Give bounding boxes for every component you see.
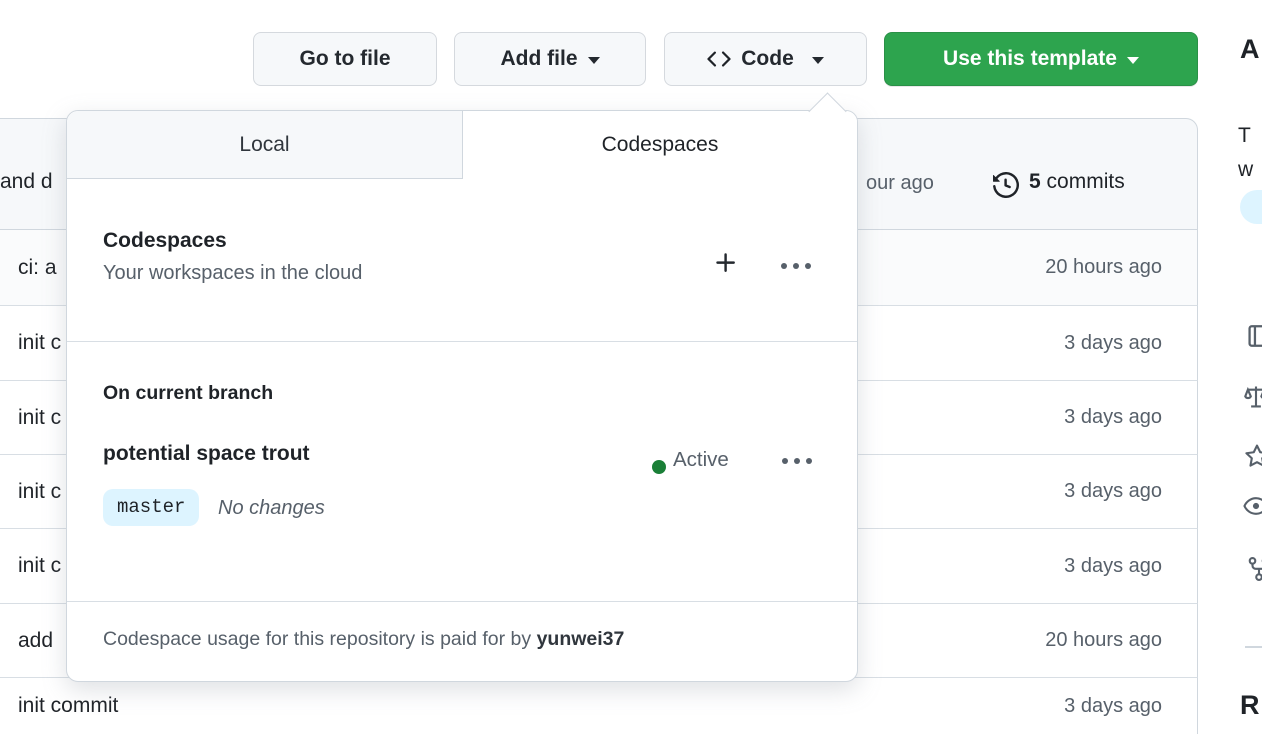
eye-icon[interactable]	[1243, 493, 1262, 524]
file-row-time: 20 hours ago	[1045, 256, 1162, 278]
readme-book-icon[interactable]	[1246, 323, 1262, 354]
tab-local-label: Local	[239, 132, 290, 156]
chevron-down-icon	[811, 57, 824, 64]
repo-description-line2: w	[1238, 158, 1254, 181]
sidebar-divider	[1245, 646, 1262, 648]
codespaces-title: Codespaces	[103, 229, 227, 252]
use-this-template-button[interactable]: Use this template	[884, 32, 1198, 86]
file-row-time: 3 days ago	[1064, 694, 1162, 717]
chevron-down-icon	[587, 57, 600, 64]
code-icon	[707, 47, 731, 71]
go-to-file-button[interactable]: Go to file	[253, 32, 437, 86]
file-row-message[interactable]: init c	[18, 480, 61, 504]
code-dropdown: Local Codespaces Codespaces Your workspa…	[66, 110, 858, 682]
go-to-file-label: Go to file	[299, 47, 391, 70]
file-row-message[interactable]: ci: a	[18, 256, 57, 280]
fork-icon[interactable]	[1246, 556, 1262, 587]
file-row-message[interactable]: init c	[18, 554, 61, 578]
releases-heading: R	[1240, 690, 1260, 720]
footer-text: Codespace usage for this repository is p…	[103, 628, 537, 650]
commits-count: 5	[1029, 170, 1041, 193]
code-label: Code	[741, 47, 794, 70]
no-changes-label: No changes	[218, 497, 325, 519]
topic-tag[interactable]	[1240, 190, 1262, 224]
dropdown-divider	[67, 341, 857, 342]
commits-label: commits	[1046, 170, 1125, 193]
file-row-message[interactable]: init c	[18, 331, 61, 355]
chevron-down-icon	[1126, 57, 1139, 64]
branch-badge[interactable]: master	[103, 489, 200, 526]
codespace-status: Active	[673, 448, 729, 471]
add-file-label: Add file	[500, 47, 578, 70]
codespaces-kebab-menu[interactable]	[781, 263, 811, 269]
dropdown-divider	[67, 601, 857, 602]
file-row-time: 3 days ago	[1064, 554, 1162, 577]
new-codespace-plus-button[interactable]	[713, 250, 739, 281]
file-row[interactable]: init commit 3 days ago	[0, 678, 1198, 734]
tab-codespaces-label: Codespaces	[601, 133, 719, 156]
repo-description-line1: T	[1238, 124, 1251, 147]
star-icon[interactable]	[1244, 443, 1262, 474]
github-repo-page: and d our ago 5 commits ci: a 20 hours a…	[0, 0, 1262, 734]
file-row-message[interactable]: init c	[18, 406, 61, 430]
history-icon	[993, 171, 1020, 203]
latest-commit-time: our ago	[866, 172, 934, 194]
file-row-time: 20 hours ago	[1045, 629, 1162, 651]
file-row-time: 3 days ago	[1064, 406, 1162, 428]
on-current-branch-label: On current branch	[103, 382, 274, 404]
latest-commit-message[interactable]: and d	[0, 170, 53, 194]
codespace-usage-footer: Codespace usage for this repository is p…	[103, 628, 624, 651]
codespace-name[interactable]: potential space trout	[103, 442, 310, 466]
codespaces-subtitle: Your workspaces in the cloud	[103, 262, 363, 284]
tab-codespaces[interactable]: Codespaces	[463, 111, 857, 179]
code-button[interactable]: Code	[664, 32, 867, 86]
file-row-time: 3 days ago	[1064, 331, 1162, 354]
codespace-kebab-menu[interactable]	[782, 458, 812, 464]
law-scales-icon[interactable]	[1243, 384, 1262, 415]
file-row-message[interactable]: add	[18, 629, 53, 653]
about-heading: A	[1240, 34, 1260, 64]
file-row-message[interactable]: init commit	[18, 694, 118, 718]
active-status-dot-icon	[652, 460, 666, 474]
add-file-button[interactable]: Add file	[454, 32, 646, 86]
use-this-template-label: Use this template	[943, 47, 1117, 70]
commits-link[interactable]: 5 commits	[1029, 170, 1125, 194]
footer-owner: yunwei37	[536, 628, 625, 650]
tab-local[interactable]: Local	[67, 111, 463, 179]
file-row-time: 3 days ago	[1064, 480, 1162, 502]
